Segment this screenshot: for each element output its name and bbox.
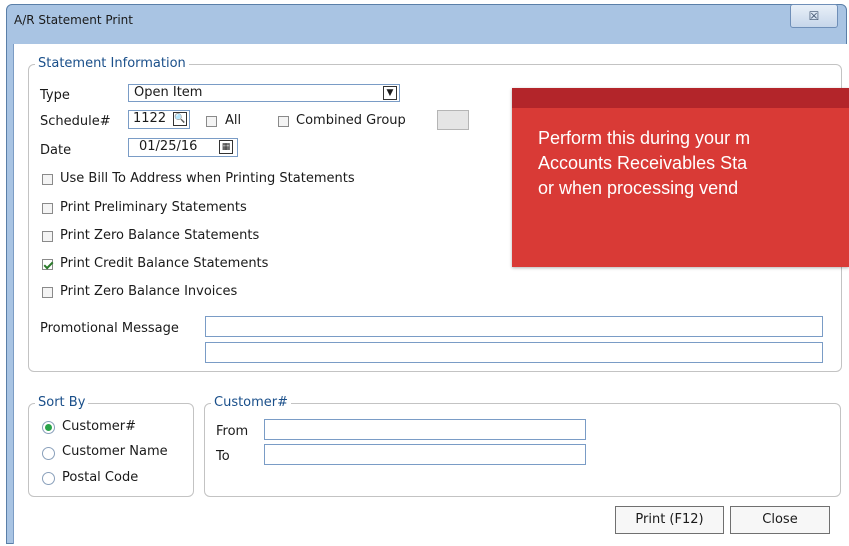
combined-group-label: Combined Group <box>296 113 406 128</box>
sort-by-legend: Sort By <box>35 395 89 410</box>
sort-by-customer-radio[interactable] <box>42 421 55 434</box>
schedule-value: 1122 <box>133 111 167 126</box>
promotional-message-line2-input[interactable] <box>205 342 823 363</box>
sort-by-customer-label: Customer# <box>62 419 137 434</box>
statement-information-legend: Statement Information <box>35 56 189 71</box>
combined-group-checkbox[interactable] <box>278 116 289 127</box>
type-label: Type <box>40 88 70 103</box>
date-label: Date <box>40 143 72 158</box>
to-label: To <box>216 449 230 464</box>
customer-to-input[interactable] <box>264 444 586 465</box>
print-zero-balance-statements-label: Print Zero Balance Statements <box>60 228 260 243</box>
all-label: All <box>225 113 242 128</box>
use-bill-to-address-label: Use Bill To Address when Printing Statem… <box>60 171 355 186</box>
all-checkbox[interactable] <box>206 116 217 127</box>
combined-group-field[interactable] <box>437 110 469 130</box>
use-bill-to-address-checkbox[interactable] <box>42 174 53 185</box>
print-preliminary-label: Print Preliminary Statements <box>60 200 247 215</box>
customer-from-input[interactable] <box>264 419 586 440</box>
callout-line-3: or when processing vend <box>538 178 739 198</box>
schedule-input[interactable]: 1122 🔍 <box>128 110 190 129</box>
calendar-icon[interactable]: ▦ <box>219 140 233 154</box>
close-button[interactable]: Close <box>730 506 830 534</box>
print-zero-balance-invoices-checkbox[interactable] <box>42 287 53 298</box>
chevron-down-icon[interactable]: ▼ <box>383 86 397 100</box>
print-preliminary-checkbox[interactable] <box>42 203 53 214</box>
type-select-value: Open Item <box>134 85 203 100</box>
close-icon: ☒ <box>808 9 820 23</box>
print-credit-balance-checkbox[interactable] <box>42 259 53 270</box>
from-label: From <box>216 424 249 439</box>
sort-by-customer-name-radio[interactable] <box>42 447 55 460</box>
date-input[interactable]: 01/25/16 ▦ <box>128 138 238 157</box>
schedule-label: Schedule# <box>40 114 111 129</box>
lookup-icon[interactable]: 🔍 <box>173 112 187 126</box>
print-button[interactable]: Print (F12) <box>615 506 724 534</box>
print-zero-balance-invoices-label: Print Zero Balance Invoices <box>60 284 238 299</box>
sort-by-postal-code-label: Postal Code <box>62 470 139 485</box>
type-select[interactable]: Open Item ▼ <box>128 84 400 102</box>
promotional-message-label: Promotional Message <box>40 321 179 336</box>
sort-by-postal-code-radio[interactable] <box>42 472 55 485</box>
window-close-button[interactable]: ☒ <box>790 4 838 28</box>
date-value: 01/25/16 <box>139 139 198 154</box>
window-title: A/R Statement Print <box>14 13 133 27</box>
tutorial-callout: Perform this during your m Accounts Rece… <box>512 88 849 267</box>
callout-line-1: Perform this during your m <box>538 128 751 148</box>
callout-line-2: Accounts Receivables Sta <box>538 153 748 173</box>
customer-range-legend: Customer# <box>211 395 292 410</box>
sort-by-customer-name-label: Customer Name <box>62 444 168 459</box>
print-zero-balance-statements-checkbox[interactable] <box>42 231 53 242</box>
promotional-message-line1-input[interactable] <box>205 316 823 337</box>
print-credit-balance-label: Print Credit Balance Statements <box>60 256 269 271</box>
